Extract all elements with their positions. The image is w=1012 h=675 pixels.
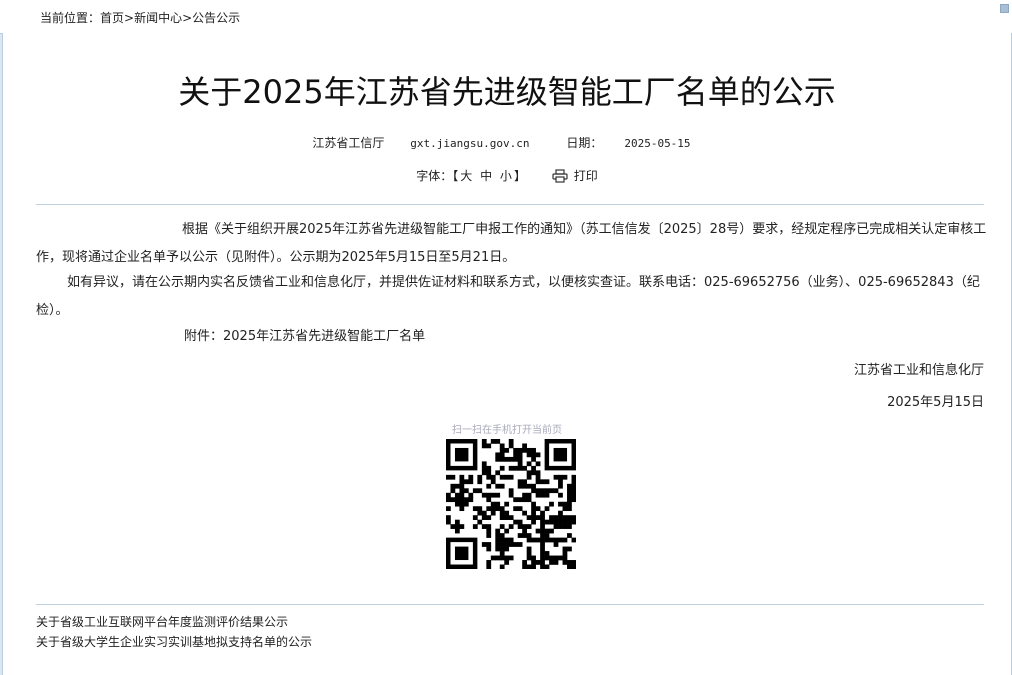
article-date: 2025-05-15 (624, 137, 691, 150)
print-label: 打印 (573, 169, 598, 183)
body-paragraph: 根据《关于组织开展2025年江苏省先进级智能工厂申报工作的通知》（苏工信信发〔2… (36, 222, 987, 265)
divider (36, 204, 984, 205)
font-size-label: 字体： (416, 169, 453, 183)
breadcrumb: 当前位置：首页>新闻中心>公告公示 (40, 9, 240, 26)
breadcrumb-prefix: 当前位置： (40, 11, 101, 25)
article-meta: 江苏省工信厅 gxt.jiangsu.gov.cn 日期： 2025-05-15 (3, 134, 1011, 151)
font-size-medium-button[interactable]: 中 (480, 169, 492, 183)
printer-icon (552, 169, 568, 183)
qr-caption: 扫一扫在手机打开当前页 (452, 425, 562, 436)
article-panel: 关于2025年江苏省先进级智能工厂名单的公示 江苏省工信厅 gxt.jiangs… (2, 33, 1012, 675)
signature-org: 江苏省工业和信息化厅 (853, 363, 984, 378)
font-size-small-button[interactable]: 小 (500, 169, 512, 183)
breadcrumb-bar: 当前位置：首页>新闻中心>公告公示 (0, 0, 1012, 34)
breadcrumb-news-link[interactable]: 新闻中心 (134, 11, 182, 25)
qr-code (446, 439, 576, 569)
article-tools: 字体：【大 中 小】 打印 (3, 167, 1011, 184)
corner-marker (1000, 4, 1009, 13)
related-link[interactable]: 关于省级大学生企业实习实训基地拟支持名单的公示 (36, 633, 312, 650)
bracket: 】 (513, 169, 526, 183)
breadcrumb-separator: > (182, 11, 193, 25)
font-size-large-button[interactable]: 大 (460, 169, 472, 183)
breadcrumb-separator: > (124, 11, 135, 25)
bracket: 【 (452, 169, 459, 183)
article-source: 江苏省工信厅 (312, 136, 385, 150)
article-date-label: 日期： (566, 136, 603, 150)
article-site: gxt.jiangsu.gov.cn (410, 137, 530, 150)
related-link[interactable]: 关于省级工业互联网平台年度监测评价结果公示 (36, 613, 288, 630)
body-paragraph: 如有异议，请在公示期内实名反馈省工业和信息化厅，并提供佐证材料和联系方式，以便核… (36, 275, 980, 318)
attachment-link[interactable]: 附件：2025年江苏省先进级智能工厂名单 (184, 323, 984, 351)
divider (36, 604, 984, 605)
print-button[interactable]: 打印 (552, 167, 598, 184)
breadcrumb-home-link[interactable]: 首页 (100, 11, 124, 25)
page-title: 关于2025年江苏省先进级智能工厂名单的公示 (178, 73, 836, 111)
signature-date: 2025年5月15日 (887, 395, 984, 410)
breadcrumb-current-link[interactable]: 公告公示 (192, 11, 240, 25)
